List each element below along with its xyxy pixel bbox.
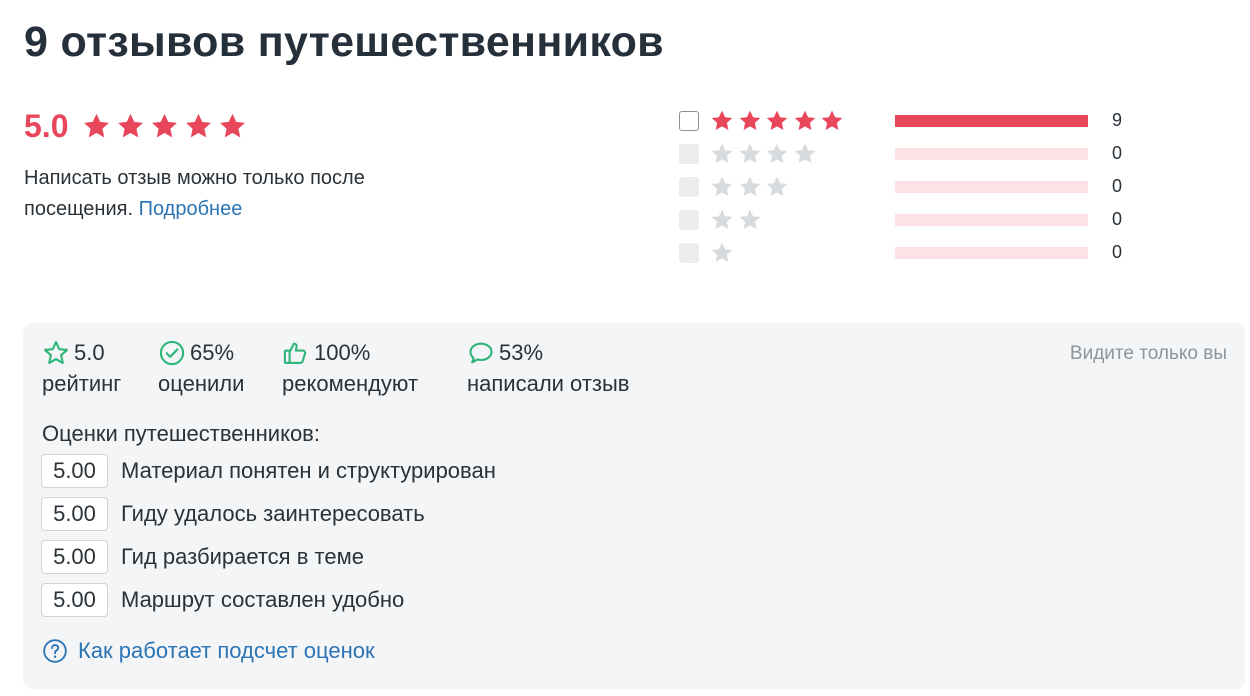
breakdown-stars	[710, 175, 855, 199]
star-icon	[794, 110, 815, 130]
stat-rating-value: 5.0	[74, 340, 105, 365]
breakdown-stars	[710, 142, 855, 166]
criteria-score: 5.00	[41, 497, 108, 531]
star-outline-icon	[43, 340, 69, 364]
criteria-score: 5.00	[41, 540, 108, 574]
criteria-label: Гид разбирается в теме	[121, 544, 364, 569]
stat-rating-label: рейтинг	[42, 371, 122, 396]
star-icon	[739, 176, 760, 196]
star-icon	[711, 176, 733, 196]
breakdown-count: 0	[1112, 143, 1123, 163]
stat-rated-label: оценили	[158, 371, 245, 396]
breakdown-bar-fill	[895, 114, 1088, 127]
star-icon	[711, 143, 733, 163]
breakdown-count: 0	[1112, 242, 1123, 262]
criteria-label: Маршрут составлен удобно	[121, 587, 405, 612]
breakdown-count: 0	[1112, 209, 1123, 229]
stat-rated-value: 65%	[190, 340, 235, 365]
breakdown-row-1: 0	[679, 236, 1123, 269]
filter-checkbox	[679, 176, 699, 197]
star-icon	[766, 176, 788, 196]
breakdown-stars	[710, 109, 855, 133]
criteria-score: 5.00	[41, 583, 108, 617]
breakdown-row-2: 0	[679, 203, 1123, 236]
star-icon	[766, 110, 788, 130]
star-icon	[739, 143, 760, 163]
criteria-item: 5.00 Гиду удалось заинтересовать	[41, 496, 496, 532]
criteria-title: Оценки путешественников:	[42, 421, 320, 446]
stat-wrote: 53% написали отзыв	[467, 337, 629, 397]
thumbs-up-icon	[283, 342, 307, 364]
page-title: 9 отзывов путешественников	[24, 18, 664, 66]
filter-checkbox	[679, 209, 699, 230]
stat-recommend-label: рекомендуют	[282, 371, 419, 396]
average-rating-row: 5.0	[24, 108, 444, 145]
criteria-label: Материал понятен и структурирован	[121, 458, 496, 483]
breakdown-bar	[895, 180, 1088, 193]
breakdown-stars	[710, 241, 855, 265]
breakdown-bar	[895, 114, 1088, 127]
breakdown-bar	[895, 147, 1088, 160]
breakdown-stars	[710, 208, 855, 232]
criteria-label: Гиду удалось заинтересовать	[121, 501, 425, 526]
star-icon	[739, 209, 760, 229]
star-icon	[711, 209, 733, 229]
question-circle-icon	[43, 639, 67, 663]
filter-checkbox[interactable]	[679, 110, 699, 131]
stat-recommend-value: 100%	[314, 340, 371, 365]
rating-help-link[interactable]: Как работает подсчет оценок	[42, 638, 375, 664]
stat-rated: 65% оценили	[158, 337, 244, 397]
visibility-note: Видите только вы	[1069, 343, 1227, 364]
breakdown-count: 9	[1112, 110, 1123, 130]
rating-breakdown: 9 0 0 0 0	[679, 104, 1123, 269]
criteria-list: 5.00 Материал понятен и структурирован 5…	[41, 453, 496, 625]
stats-panel: 5.0 рейтинг 65% оценили 100% рекомендуют	[23, 323, 1245, 689]
star-icon	[118, 113, 144, 138]
rating-help-label: Как работает подсчет оценок	[78, 638, 375, 663]
criteria-item: 5.00 Маршрут составлен удобно	[41, 582, 496, 618]
breakdown-count: 0	[1112, 176, 1123, 196]
breakdown-row-4: 0	[679, 137, 1123, 170]
star-icon	[711, 242, 733, 262]
breakdown-row-5: 9	[679, 104, 1123, 137]
more-link[interactable]: Подробнее	[139, 198, 243, 220]
star-icon	[84, 113, 110, 138]
check-circle-icon	[159, 340, 185, 366]
breakdown-bar	[895, 213, 1088, 226]
review-note: Написать отзыв можно только после посеще…	[24, 163, 444, 225]
filter-checkbox	[679, 242, 699, 263]
rating-summary: 5.0 Написать отзыв можно только после по…	[24, 108, 444, 225]
criteria-item: 5.00 Материал понятен и структурирован	[41, 453, 496, 489]
average-score: 5.0	[24, 108, 69, 144]
breakdown-bar	[895, 246, 1088, 259]
star-icon	[220, 113, 246, 138]
star-icon	[766, 143, 788, 163]
stat-wrote-label: написали отзыв	[467, 371, 630, 396]
star-icon	[739, 110, 760, 130]
star-icon	[711, 110, 733, 130]
speech-bubble-icon	[469, 342, 493, 364]
stat-recommend: 100% рекомендуют	[282, 337, 418, 397]
star-icon	[186, 113, 212, 138]
criteria-item: 5.00 Гид разбирается в теме	[41, 539, 496, 575]
stat-rating: 5.0 рейтинг	[42, 337, 121, 397]
star-icon	[821, 110, 843, 130]
star-icon	[794, 143, 815, 163]
star-icon	[152, 113, 178, 138]
average-stars	[82, 112, 252, 141]
breakdown-row-3: 0	[679, 170, 1123, 203]
criteria-score: 5.00	[41, 454, 108, 488]
filter-checkbox	[679, 143, 699, 164]
stat-wrote-value: 53%	[499, 340, 544, 365]
